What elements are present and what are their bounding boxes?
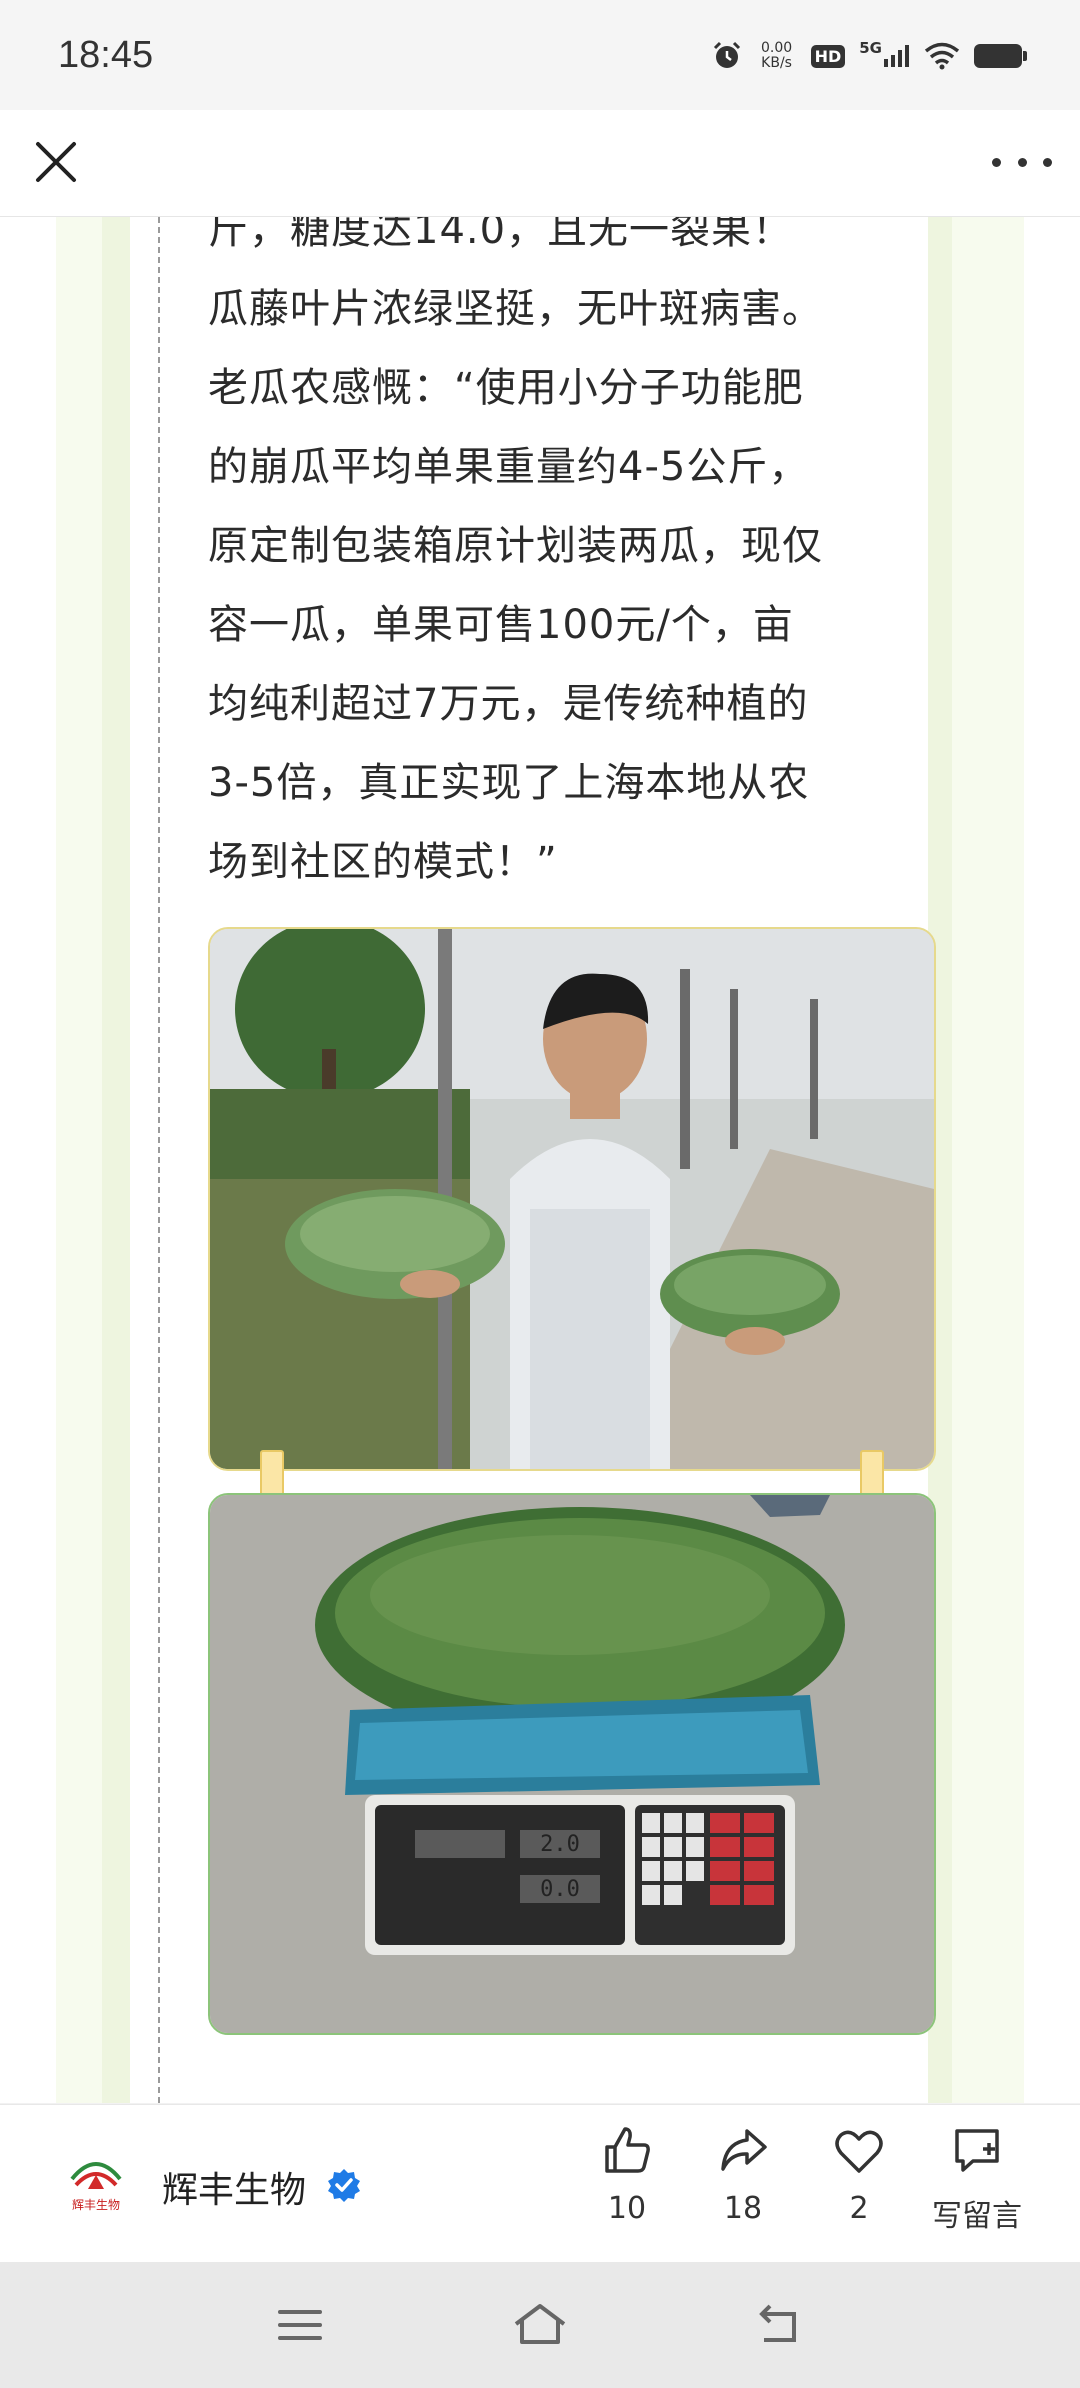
menu-icon: [278, 2310, 322, 2340]
status-time: 18:45: [58, 34, 154, 76]
more-icon: [992, 157, 1001, 167]
top-bar: [0, 110, 1080, 217]
logo-text: 辉丰生物: [72, 2198, 120, 2212]
article-content[interactable]: 斤，糖度达14.0，且无一裂果！ 瓜藤叶片浓绿坚挺，无叶斑病害。 老瓜农感慨：“…: [0, 217, 1080, 2103]
network-label: 5G: [859, 39, 882, 57]
farmer-melon-photo[interactable]: [208, 927, 936, 1471]
verified-icon: [328, 2169, 360, 2202]
article-line: 容一瓜，单果可售100元/个，亩: [208, 602, 794, 648]
account-name[interactable]: 辉丰生物: [162, 2161, 306, 2213]
system-nav-bar: [0, 2262, 1080, 2388]
dashed-divider: [158, 217, 160, 2103]
comment-button[interactable]: 写留言: [920, 2123, 1034, 2235]
heart-icon: [835, 2130, 883, 2173]
signal-5g-icon: 5G: [859, 39, 910, 67]
article-line: 原定制包装箱原计划装两瓜，现仅: [208, 523, 823, 569]
scale-display: 0.0: [540, 1877, 580, 1902]
decorative-border: [952, 217, 1024, 2103]
more-button[interactable]: [992, 144, 1052, 180]
action-bar: 辉丰生物 辉丰生物 10 18 2 写留言: [0, 2104, 1080, 2263]
home-icon: [514, 2304, 566, 2344]
scale-display: 2.0: [540, 1832, 580, 1857]
melon-scale-photo[interactable]: 2.0 0.0: [208, 1493, 936, 2035]
share-count: 18: [723, 2191, 763, 2226]
article-line: 场到社区的模式！”: [208, 839, 558, 885]
article-line: 瓜藤叶片浓绿坚挺，无叶斑病害。: [208, 286, 823, 332]
article-line: 老瓜农感慨：“使用小分子功能肥: [208, 365, 804, 411]
comment-add-icon: [955, 2129, 999, 2172]
thumbs-up-icon: [605, 2127, 650, 2173]
back-icon: [759, 2304, 796, 2342]
comment-label: 写留言: [932, 2199, 1022, 2234]
favorite-count: 2: [849, 2191, 869, 2226]
article-line: 3-5倍，真正实现了上海本地从农: [208, 760, 810, 806]
article-line: 均纯利超过7万元，是传统种植的: [208, 681, 809, 727]
alarm-icon: [713, 41, 740, 68]
net-speed: 0.00 KB/s: [757, 41, 797, 71]
status-icons: 0.00 KB/s HD 5G: [711, 36, 1027, 76]
nav-back-button[interactable]: [750, 2300, 810, 2350]
share-arrow-icon: [721, 2129, 767, 2171]
battery-icon: [974, 44, 1027, 68]
account-logo[interactable]: 辉丰生物: [62, 2149, 130, 2217]
net-speed-value: 0.00: [760, 40, 793, 56]
like-button[interactable]: 10: [572, 2123, 682, 2226]
hd-icon: HD: [810, 44, 846, 68]
article-line: 的崩瓜平均单果重量约4-5公斤，: [208, 444, 810, 490]
article-text: 斤，糖度达14.0，且无一裂果！ 瓜藤叶片浓绿坚挺，无叶斑病害。 老瓜农感慨：“…: [208, 217, 940, 902]
like-count: 10: [607, 2191, 647, 2226]
share-button[interactable]: 18: [688, 2123, 798, 2226]
close-button[interactable]: [28, 134, 84, 190]
decorative-border: [102, 217, 130, 2103]
net-speed-unit: KB/s: [761, 55, 792, 71]
close-icon: [36, 142, 76, 182]
wifi-icon: [924, 42, 960, 70]
decorative-border: [56, 217, 102, 2103]
nav-home-button[interactable]: [510, 2300, 570, 2350]
nav-menu-button[interactable]: [270, 2300, 330, 2350]
favorite-button[interactable]: 2: [804, 2123, 914, 2226]
status-bar: 18:45 0.00 KB/s HD 5G: [0, 0, 1080, 110]
article-line: 斤，糖度达14.0，且无一裂果！: [208, 217, 794, 253]
